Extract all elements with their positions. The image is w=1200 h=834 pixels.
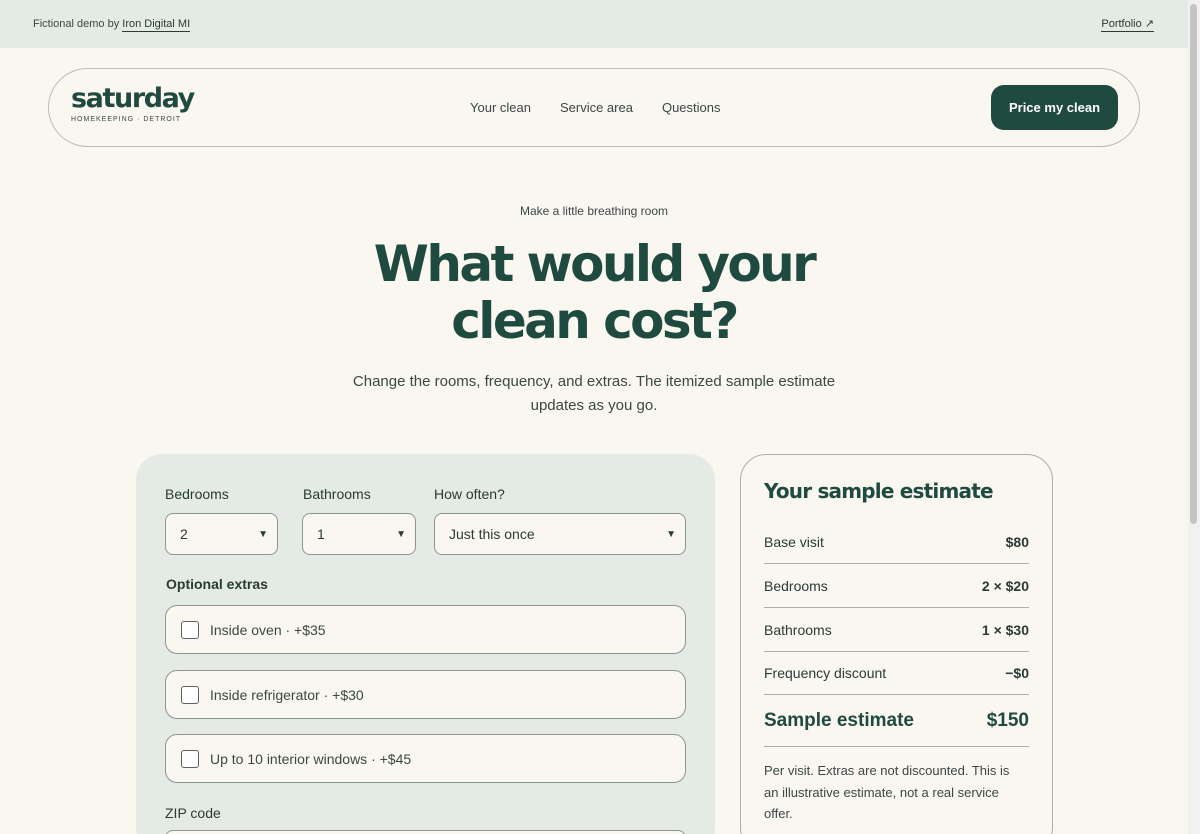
chevron-down-icon: ▼: [666, 528, 676, 540]
estimate-total: Sample estimate $150: [764, 696, 1029, 747]
extra-inside-refrigerator[interactable]: Inside refrigerator · +$30: [165, 670, 686, 719]
estimate-summary: Your sample estimate Base visit $80 Bedr…: [740, 454, 1053, 834]
portfolio-link[interactable]: Portfolio ↗: [1101, 17, 1154, 32]
bedrooms-select[interactable]: 2 ▼: [165, 513, 278, 555]
nav-link-your-clean[interactable]: Your clean: [470, 100, 531, 115]
extra-interior-windows[interactable]: Up to 10 interior windows · +$45: [165, 734, 686, 783]
brand-logo[interactable]: saturday HOMEKEEPING · DETROIT: [71, 83, 195, 123]
bathrooms-select[interactable]: 1 ▼: [302, 513, 416, 555]
zip-label: ZIP code: [165, 805, 221, 821]
estimate-note: Per visit. Extras are not discounted. Th…: [764, 763, 1010, 821]
nav-link-questions[interactable]: Questions: [662, 100, 721, 115]
site-header: saturday HOMEKEEPING · DETROIT Your clea…: [48, 68, 1140, 147]
checkbox[interactable]: [181, 749, 199, 768]
checkbox[interactable]: [181, 620, 199, 639]
estimate-row-frequency-discount: Frequency discount −$0: [764, 651, 1029, 695]
estimate-row-base-visit: Base visit $80: [764, 520, 1029, 564]
scrollbar[interactable]: [1188, 0, 1200, 834]
extras-heading: Optional extras: [166, 576, 268, 592]
price-my-clean-button[interactable]: Price my clean: [991, 85, 1118, 130]
hero-subtitle: Change the rooms, frequency, and extras.…: [352, 373, 836, 414]
bedrooms-label: Bedrooms: [165, 486, 229, 502]
brand-name: saturday: [71, 83, 195, 114]
estimate-row-bedrooms: Bedrooms 2 × $20: [764, 564, 1029, 608]
estimate-form: Bedrooms 2 ▼ Bathrooms 1 ▼ How often? Ju…: [136, 454, 715, 834]
hero-eyebrow: Make a little breathing room: [519, 204, 669, 218]
estimate-total-value: $150: [986, 710, 1029, 731]
page-title: What would your clean cost?: [373, 235, 817, 350]
extra-inside-oven[interactable]: Inside oven · +$35: [165, 605, 686, 654]
demo-credit: Fictional demo by Iron Digital MI: [33, 18, 191, 32]
bathrooms-label: Bathrooms: [303, 486, 371, 502]
estimate-row-bathrooms: Bathrooms 1 × $30: [764, 608, 1029, 652]
estimate-title: Your sample estimate: [764, 479, 994, 503]
frequency-select[interactable]: Just this once ▼: [434, 513, 686, 555]
credit-link[interactable]: Iron Digital MI: [122, 18, 191, 32]
checkbox[interactable]: [181, 685, 199, 704]
nav-link-service-area[interactable]: Service area: [560, 100, 633, 115]
brand-tagline: HOMEKEEPING · DETROIT: [71, 116, 182, 123]
demo-banner: Fictional demo by Iron Digital MI Portfo…: [0, 0, 1200, 48]
scrollbar-thumb[interactable]: [1190, 4, 1197, 524]
frequency-label: How often?: [434, 486, 505, 502]
chevron-down-icon: ▼: [258, 528, 268, 540]
zip-input[interactable]: [165, 830, 686, 834]
main-nav: Your clean Service area Questions: [470, 100, 721, 115]
chevron-down-icon: ▼: [396, 528, 406, 540]
